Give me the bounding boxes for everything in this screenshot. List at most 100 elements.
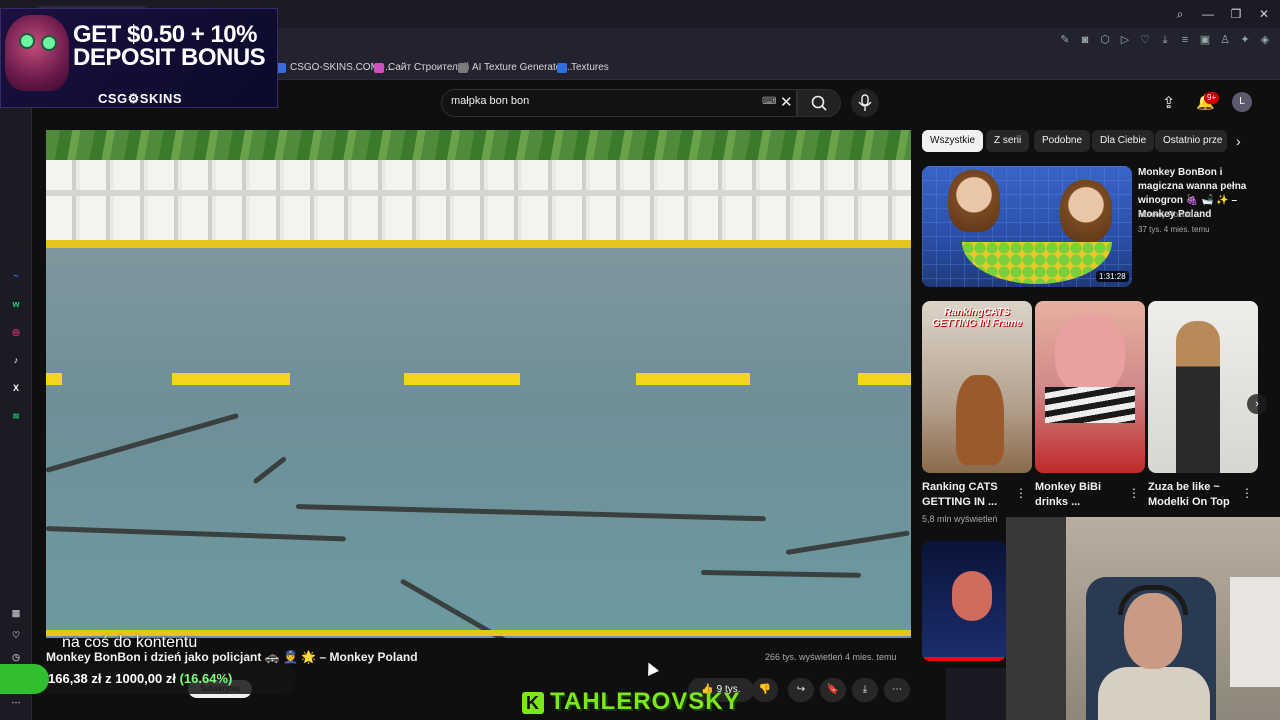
donation-separator: z xyxy=(105,671,112,686)
short-thumbnail[interactable]: RankingCATS GETTING IN Frame xyxy=(922,301,1032,473)
webcam-overlay xyxy=(1006,517,1280,720)
microphone-icon xyxy=(858,94,872,111)
short-views: 5,8 mln wyświetleń xyxy=(922,514,998,524)
short-thumbnail[interactable] xyxy=(1035,301,1145,473)
thumbnail-figure xyxy=(952,571,992,621)
tiktok-icon[interactable]: ♪ xyxy=(9,353,23,367)
donation-current: 166,38 zł xyxy=(48,671,102,686)
search-icon[interactable]: ⌕ xyxy=(1168,7,1192,22)
monkey-figure xyxy=(1060,180,1112,242)
road xyxy=(46,248,911,638)
window-controls: ⌕ — ❐ ✕ xyxy=(1168,0,1280,28)
chevron-right-icon[interactable]: › xyxy=(1236,133,1241,149)
download-icon: ⤓ xyxy=(862,684,868,695)
download-icon[interactable]: ⤓ xyxy=(1158,33,1172,47)
bookmark-label: Сайт Строителей xyxy=(388,62,470,73)
save-button[interactable]: 🔖 xyxy=(820,678,846,702)
ad-brand: CSG⚙SKINS xyxy=(97,91,183,106)
ai-icon[interactable]: ◈ xyxy=(1258,33,1272,47)
search-icon xyxy=(811,95,827,111)
recommendation-thumbnail[interactable] xyxy=(922,166,1132,287)
streamer-logo: K TAHLEROVSKY xyxy=(522,688,741,716)
bookmark-favicon xyxy=(557,62,567,73)
mascot-figure xyxy=(5,15,69,91)
thumbnail-progress xyxy=(922,657,1006,661)
sponsor-ad[interactable]: GET $0.50 + 10% DEPOSIT BONUS CSG⚙SKINS xyxy=(0,8,278,108)
lane-marking xyxy=(858,373,911,385)
more-vert-icon[interactable]: ⋮ xyxy=(1128,486,1140,500)
thumbs-down-icon: 👎 xyxy=(758,684,772,695)
short-thumbnail[interactable] xyxy=(1148,301,1258,473)
whatsapp-icon[interactable]: w xyxy=(9,297,23,311)
keyboard-icon[interactable]: ⌨ xyxy=(762,96,776,107)
mouse-cursor-icon xyxy=(643,660,659,676)
short-overlay-text: RankingCATS GETTING IN Frame xyxy=(931,307,1022,329)
x-icon[interactable]: X xyxy=(9,381,23,395)
recommendation-meta: 37 tys. 4 mies. temu xyxy=(1138,225,1210,234)
heart-icon[interactable]: ♡ xyxy=(1138,33,1152,47)
lane-marking xyxy=(172,373,290,385)
bookmark-favicon xyxy=(458,62,468,73)
kick-logo-icon: K xyxy=(522,692,544,714)
next-video-thumbnail[interactable] xyxy=(922,541,1006,661)
bookmark-textures[interactable]: Textures xyxy=(557,62,609,73)
lane-marking xyxy=(46,373,62,385)
clock-icon[interactable]: ◷ xyxy=(9,650,23,664)
recommendation-channel[interactable]: Monkey Poland xyxy=(1138,210,1193,219)
chip-for-you[interactable]: Dla Ciebie xyxy=(1092,130,1155,152)
fence-rail xyxy=(46,190,911,196)
upload-icon[interactable]: ⇪ xyxy=(1162,93,1175,113)
restore-icon[interactable]: ❐ xyxy=(1224,7,1248,21)
bookmark-favicon xyxy=(374,62,384,73)
more-actions-button[interactable]: ⋯ xyxy=(884,678,910,702)
share-button[interactable]: ↪ xyxy=(788,678,814,702)
grid-icon[interactable]: ▦ xyxy=(9,606,23,620)
minimize-icon[interactable]: — xyxy=(1196,7,1220,21)
search-query: małpka bon bon xyxy=(451,95,530,107)
cat-figure xyxy=(956,375,1004,465)
bookmark-builders-site[interactable]: Сайт Строителей xyxy=(374,62,469,73)
donation-goal-fill xyxy=(0,664,50,694)
chip-similar[interactable]: Podobne xyxy=(1034,130,1091,152)
monkey-figure xyxy=(948,170,1000,232)
chevron-right-icon[interactable]: › xyxy=(1247,394,1267,414)
woman-figure xyxy=(1176,321,1220,473)
voice-search-button[interactable] xyxy=(851,89,879,117)
more-vert-icon[interactable]: ⋮ xyxy=(1015,486,1027,500)
more-vert-icon[interactable]: ⋮ xyxy=(1241,486,1253,500)
short-title[interactable]: Ranking CATS GETTING IN ... xyxy=(922,480,1014,510)
download-button[interactable]: ⤓ xyxy=(852,678,878,702)
chip-series[interactable]: Z serii xyxy=(986,130,1030,152)
close-icon[interactable]: ✕ xyxy=(1252,7,1276,21)
striped-shirt xyxy=(1045,387,1135,423)
spotify-icon[interactable]: ≋ xyxy=(9,409,23,423)
chip-all[interactable]: Wszystkie xyxy=(922,130,983,152)
dislike-button[interactable]: 👎 xyxy=(752,678,778,702)
camera-icon[interactable]: ◙ xyxy=(1078,33,1092,47)
shield-icon[interactable]: ⬡ xyxy=(1098,33,1112,47)
share-icon: ↪ xyxy=(796,684,806,695)
notifications-badge: 9+ xyxy=(1204,92,1220,104)
more-icon[interactable]: ⋯ xyxy=(9,695,23,709)
messenger-icon[interactable]: ~ xyxy=(9,269,23,283)
avatar[interactable]: L xyxy=(1232,92,1252,112)
chip-recent[interactable]: Ostatnio prze xyxy=(1155,130,1227,152)
heart-icon[interactable]: ♡ xyxy=(9,628,23,642)
clothes-rack xyxy=(1006,517,1066,720)
instagram-icon[interactable]: ◎ xyxy=(9,325,23,339)
menu-icon[interactable]: ≡ xyxy=(1178,33,1192,47)
short-title[interactable]: Monkey BiBi drinks ... xyxy=(1035,480,1127,510)
play-icon[interactable]: ▷ xyxy=(1118,33,1132,47)
next-video-thumbnail[interactable] xyxy=(946,668,1006,720)
edit-icon[interactable]: ✎ xyxy=(1058,33,1072,47)
profile-icon[interactable]: ♙ xyxy=(1218,33,1232,47)
bookmark-ai-texture[interactable]: AI Texture Generator... xyxy=(458,62,572,73)
clear-search-icon[interactable]: ✕ xyxy=(780,93,793,111)
bookmark-label: Textures xyxy=(571,62,609,73)
mascot-eye xyxy=(19,33,35,49)
wallet-icon[interactable]: ▣ xyxy=(1198,33,1212,47)
video-player[interactable] xyxy=(46,130,911,638)
more-icon: ⋯ xyxy=(892,684,902,695)
search-button[interactable] xyxy=(797,89,841,117)
extension-icon[interactable]: ✦ xyxy=(1238,33,1252,47)
